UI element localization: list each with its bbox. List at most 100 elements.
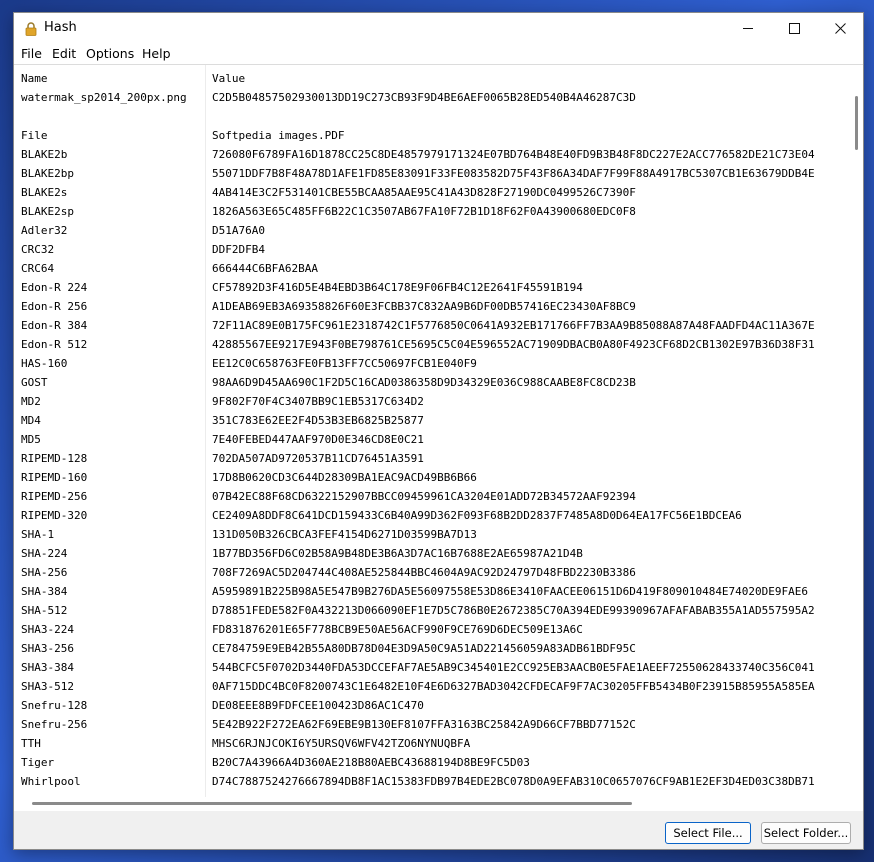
list-item[interactable] bbox=[14, 107, 863, 126]
hash-name: SHA3-224 bbox=[21, 623, 74, 636]
window-title: Hash bbox=[44, 20, 77, 35]
title-bar[interactable]: Hash bbox=[14, 13, 863, 43]
hash-name: CRC64 bbox=[21, 262, 55, 275]
list-item[interactable]: BLAKE2s 4AB414E3C2F531401CBE55BCAA85AAE95… bbox=[14, 183, 863, 202]
hash-value: C2D5B04857502930013DD19C273CB93F9D4BE6AE… bbox=[212, 91, 636, 104]
menu-options[interactable]: Options bbox=[86, 46, 134, 61]
hash-name: RIPEMD-128 bbox=[21, 452, 88, 465]
list-item[interactable]: TTH MHSC6RJNJCOKI6Y5URSQV6WFV42TZO6NYNUQB… bbox=[14, 734, 863, 753]
list-item[interactable]: CRC32 DDF2DFB4 bbox=[14, 240, 863, 259]
hash-value: D51A76A0 bbox=[212, 224, 265, 237]
hash-name: Edon-R 384 bbox=[21, 319, 88, 332]
hash-name: Tiger bbox=[21, 756, 55, 769]
hash-name: RIPEMD-256 bbox=[21, 490, 88, 503]
list-item[interactable]: CRC64 666444C6BFA62BAA bbox=[14, 259, 863, 278]
header-name[interactable]: Name bbox=[21, 69, 48, 88]
hash-name: BLAKE2s bbox=[21, 186, 68, 199]
hash-value: 42885567EE9217E943F0BE798761CE5695C5C04E… bbox=[212, 338, 815, 351]
list-item[interactable]: Adler32 D51A76A0 bbox=[14, 221, 863, 240]
hash-value: 1826A563E65C485FF6B22C1C3507AB67FA10F72B… bbox=[212, 205, 636, 218]
list-item[interactable]: SHA-224 1B77BD356FD6C02B58A9B48DE3B6A3D7A… bbox=[14, 544, 863, 563]
list-item[interactable]: SHA3-224 FD831876201E65F778BCB9E50AE56ACF… bbox=[14, 620, 863, 639]
select-folder-button[interactable]: Select Folder... bbox=[761, 822, 851, 844]
hash-value: 17D8B0620CD3C644D28309BA1EAC9ACD49BB6B66 bbox=[212, 471, 477, 484]
menu-file[interactable]: File bbox=[21, 46, 42, 61]
hash-value: 351C783E62EE2F4D53B3EB6825B25877 bbox=[212, 414, 424, 427]
list-item[interactable]: BLAKE2b 726080F6789FA16D1878CC25C8DE48579… bbox=[14, 145, 863, 164]
vertical-scrollbar[interactable] bbox=[851, 65, 863, 798]
hash-value: 4AB414E3C2F531401CBE55BCAA85AAE95C41A43D… bbox=[212, 186, 636, 199]
hash-value: 1B77BD356FD6C02B58A9B48DE3B6A3D7AC16B768… bbox=[212, 547, 583, 560]
list-item[interactable]: SHA3-256 CE784759E9EB42B55A80DB78D04E3D9A… bbox=[14, 639, 863, 658]
list-item[interactable]: BLAKE2sp 1826A563E65C485FF6B22C1C3507AB67… bbox=[14, 202, 863, 221]
hash-value: CE2409A8DDF8C641DCD159433C6B40A99D362F09… bbox=[212, 509, 742, 522]
vertical-scroll-thumb[interactable] bbox=[855, 96, 858, 150]
hash-value: 7E40FEBED447AAF970D0E346CD8E0C21 bbox=[212, 433, 424, 446]
hash-window: Hash File Edit Options Help Name Value w… bbox=[13, 12, 864, 850]
list-item[interactable]: Snefru-256 5E42B922F272EA62F69EBE9B130EF8… bbox=[14, 715, 863, 734]
list-item[interactable]: GOST 98AA6D9D45AA690C1F2D5C16CAD0386358D9… bbox=[14, 373, 863, 392]
list-item[interactable]: RIPEMD-160 17D8B0620CD3C644D28309BA1EAC9A… bbox=[14, 468, 863, 487]
list-item[interactable]: Edon-R 384 72F11AC89E0B175FC961E2318742C1… bbox=[14, 316, 863, 335]
list-item[interactable]: BLAKE2bp 55071DDF7B8F48A78D1AFE1FD85E8309… bbox=[14, 164, 863, 183]
hash-name: BLAKE2sp bbox=[21, 205, 74, 218]
hash-name: RIPEMD-160 bbox=[21, 471, 88, 484]
hash-name: Edon-R 256 bbox=[21, 300, 88, 313]
list-item[interactable]: watermak_sp2014_200px.png C2D5B0485750293… bbox=[14, 88, 863, 107]
hash-name: SHA-224 bbox=[21, 547, 68, 560]
hash-name: SHA-1 bbox=[21, 528, 55, 541]
hash-value: 07B42EC88F68CD6322152907BBCC09459961CA32… bbox=[212, 490, 636, 503]
hash-list[interactable]: Name Value watermak_sp2014_200px.png C2D5… bbox=[14, 64, 863, 798]
maximize-icon bbox=[788, 22, 800, 34]
hash-name: Adler32 bbox=[21, 224, 68, 237]
menu-help[interactable]: Help bbox=[142, 46, 171, 61]
list-item[interactable]: Whirlpool D74C7887524276667894DB8F1AC1538… bbox=[14, 772, 863, 791]
list-item[interactable]: Edon-R 512 42885567EE9217E943F0BE798761CE… bbox=[14, 335, 863, 354]
hash-name: SHA-384 bbox=[21, 585, 68, 598]
hash-value: 0AF715DDC4BC0F8200743C1E6482E10F4E6D6327… bbox=[212, 680, 815, 693]
header-value[interactable]: Value bbox=[212, 69, 848, 88]
list-item[interactable]: MD2 9F802F70F4C3407BB9C1EB5317C634D2 bbox=[14, 392, 863, 411]
hash-value: DE08EEE8B9FDFCEE100423D86AC1C470 bbox=[212, 699, 424, 712]
list-header: Name Value bbox=[14, 69, 863, 88]
close-button[interactable] bbox=[817, 13, 863, 43]
hash-name: Snefru-128 bbox=[21, 699, 88, 712]
list-item[interactable]: SHA-256 708F7269AC5D204744C408AE525844BBC… bbox=[14, 563, 863, 582]
list-item[interactable]: Tiger B20C7A43966A4D360AE218B80AEBC436881… bbox=[14, 753, 863, 772]
hash-name: SHA3-256 bbox=[21, 642, 74, 655]
horizontal-scrollbar[interactable] bbox=[14, 797, 863, 811]
hash-value: CF57892D3F416D5E4B4EBD3B64C178E9F06FB4C1… bbox=[212, 281, 583, 294]
select-file-button[interactable]: Select File... bbox=[665, 822, 751, 844]
list-item[interactable]: MD5 7E40FEBED447AAF970D0E346CD8E0C21 bbox=[14, 430, 863, 449]
list-item[interactable]: Snefru-128 DE08EEE8B9FDFCEE100423D86AC1C4… bbox=[14, 696, 863, 715]
list-item[interactable]: Edon-R 224 CF57892D3F416D5E4B4EBD3B64C178… bbox=[14, 278, 863, 297]
hash-name: HAS-160 bbox=[21, 357, 68, 370]
list-item[interactable]: RIPEMD-320 CE2409A8DDF8C641DCD159433C6B40… bbox=[14, 506, 863, 525]
list-item[interactable]: SHA3-512 0AF715DDC4BC0F8200743C1E6482E10F… bbox=[14, 677, 863, 696]
list-item[interactable]: SHA3-384 544BCFC5F0702D3440FDA53DCCEFAF7A… bbox=[14, 658, 863, 677]
list-item[interactable]: SHA-384 A5959891B225B98A5E547B9B276DA5E56… bbox=[14, 582, 863, 601]
hash-name: SHA3-512 bbox=[21, 680, 74, 693]
hash-value: D74C7887524276667894DB8F1AC15383FDB97B4E… bbox=[212, 775, 815, 788]
menu-edit[interactable]: Edit bbox=[52, 46, 76, 61]
list-item[interactable]: SHA-512 D78851FEDE582F0A432213D066090EF1E… bbox=[14, 601, 863, 620]
hash-value: 98AA6D9D45AA690C1F2D5C16CAD0386358D9D343… bbox=[212, 376, 636, 389]
list-item[interactable]: MD4 351C783E62EE2F4D53B3EB6825B25877 bbox=[14, 411, 863, 430]
hash-value: D78851FEDE582F0A432213D066090EF1E7D5C786… bbox=[212, 604, 815, 617]
hash-name: SHA3-384 bbox=[21, 661, 74, 674]
hash-value: B20C7A43966A4D360AE218B80AEBC43688194D8B… bbox=[212, 756, 530, 769]
hash-name: RIPEMD-320 bbox=[21, 509, 88, 522]
list-item[interactable]: Edon-R 256 A1DEAB69EB3A69358826F60E3FCBB3… bbox=[14, 297, 863, 316]
horizontal-scroll-thumb[interactable] bbox=[32, 802, 632, 805]
list-item[interactable]: File Softpedia images.PDF bbox=[14, 126, 863, 145]
list-item[interactable]: SHA-1 131D050B326CBCA3FEF4154D6271D03599B… bbox=[14, 525, 863, 544]
list-item[interactable]: HAS-160 EE12C0C658763FE0FB13FF7CC50697FCB… bbox=[14, 354, 863, 373]
hash-value: 55071DDF7B8F48A78D1AFE1FD85E83091F33FE08… bbox=[212, 167, 815, 180]
maximize-button[interactable] bbox=[771, 13, 817, 43]
hash-value: 9F802F70F4C3407BB9C1EB5317C634D2 bbox=[212, 395, 424, 408]
list-item[interactable]: RIPEMD-256 07B42EC88F68CD6322152907BBCC09… bbox=[14, 487, 863, 506]
list-item[interactable]: RIPEMD-128 702DA507AD9720537B11CD76451A35… bbox=[14, 449, 863, 468]
hash-value: DDF2DFB4 bbox=[212, 243, 265, 256]
minimize-button[interactable] bbox=[725, 13, 771, 43]
hash-name: watermak_sp2014_200px.png bbox=[21, 91, 187, 104]
